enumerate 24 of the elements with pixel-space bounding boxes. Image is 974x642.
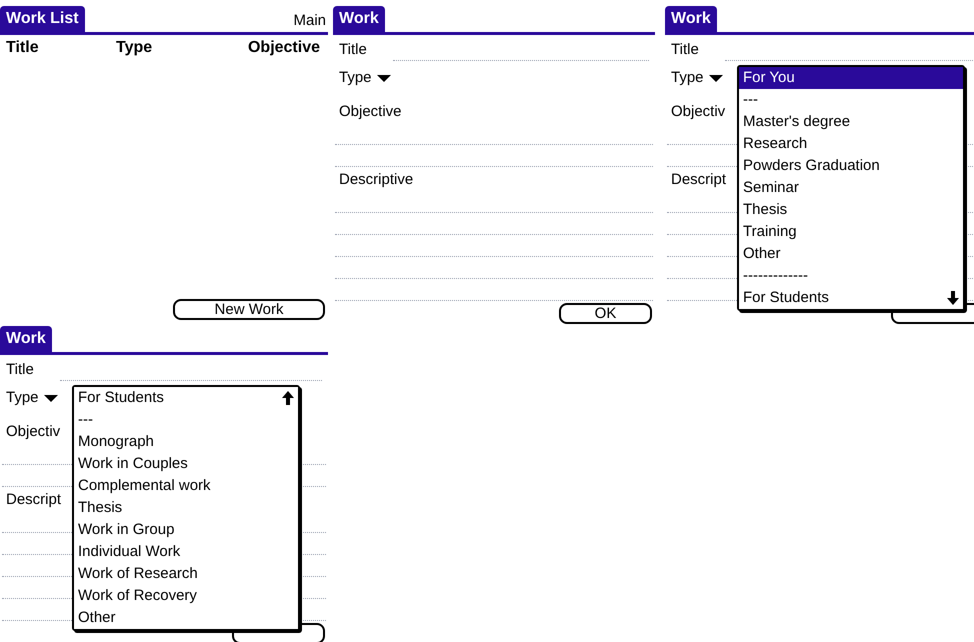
type-trigger[interactable]: Type xyxy=(671,67,704,89)
dropdown-arrow-icon[interactable] xyxy=(376,74,391,82)
column-header: Objective xyxy=(246,38,321,58)
menu-title[interactable]: Main xyxy=(293,10,328,32)
dropdown-arrow-icon[interactable] xyxy=(708,74,723,82)
field-label: Objectiv xyxy=(6,422,60,442)
column-header: Type xyxy=(116,38,154,58)
scroll-down-arrow-icon[interactable] xyxy=(947,291,959,305)
field-label: Descript xyxy=(671,170,726,190)
type-trigger[interactable]: Type xyxy=(6,387,39,409)
field-label: Descript xyxy=(6,490,62,510)
list-option[interactable]: For You xyxy=(739,67,963,89)
action-button[interactable]: New Work xyxy=(173,299,325,320)
dropdown-arrow-icon[interactable] xyxy=(44,394,58,402)
column-header: Title xyxy=(6,38,40,58)
field-label: Objectiv xyxy=(671,102,726,122)
field-label: Objective xyxy=(339,102,402,122)
scroll-up-arrow-icon[interactable] xyxy=(282,391,294,405)
action-button[interactable]: OK xyxy=(559,303,652,324)
field-label: Title xyxy=(6,360,35,380)
field-label: Descriptive xyxy=(339,170,414,190)
field-label: Title xyxy=(671,40,700,60)
type-trigger[interactable]: Type xyxy=(339,67,372,89)
field-label: Title xyxy=(339,40,368,60)
